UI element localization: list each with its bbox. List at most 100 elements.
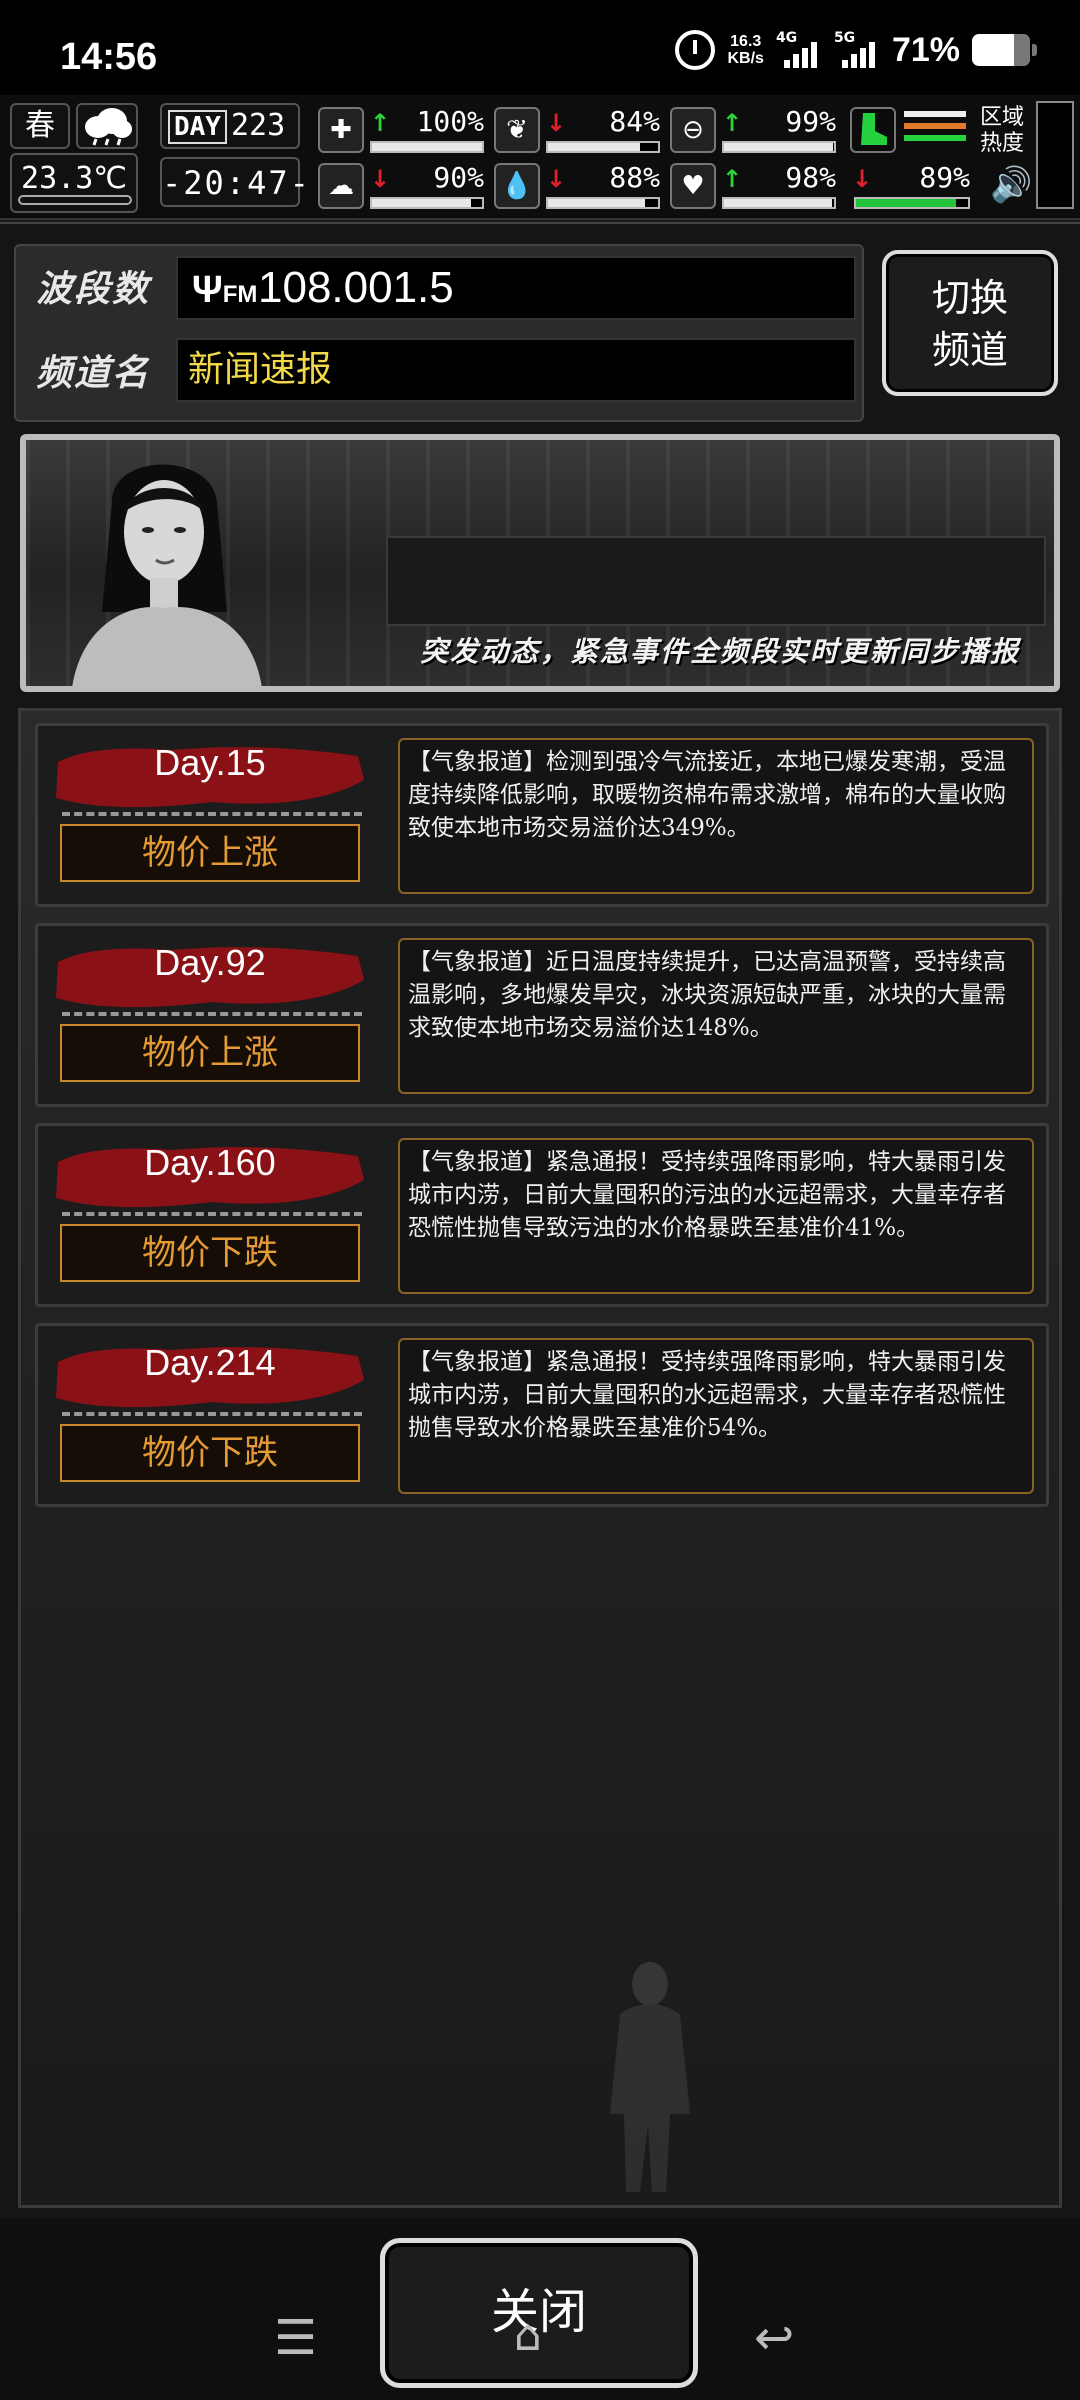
stat-value: 89% bbox=[919, 161, 970, 194]
divider bbox=[62, 1012, 362, 1016]
alarm-icon bbox=[675, 30, 716, 70]
stat-bar bbox=[370, 197, 484, 209]
news-item[interactable]: Day.15 物价上涨 【气象报道】检测到强冷气流接近，本地已爆发寒潮，受温度持… bbox=[35, 723, 1049, 907]
boot-icon bbox=[850, 107, 896, 153]
bottom-bar: 关闭 ☰ ⌂ ↩ bbox=[0, 2218, 1080, 2400]
trend-down-icon: ↓ bbox=[546, 165, 567, 193]
tuner-box: 波段数 ΨFM108.001.5 频道名 新闻速报 bbox=[14, 244, 864, 422]
switch-channel-button[interactable]: 切换频道 bbox=[882, 250, 1058, 396]
news-text: 【气象报道】紧急通报！受持续强降雨影响，特大暴雨引发城市内涝，日前大量囤积的污浊… bbox=[398, 1138, 1034, 1294]
heart-icon: ♥ bbox=[670, 163, 716, 209]
zone-heat-meter bbox=[1036, 101, 1074, 209]
price-tag: 物价上涨 bbox=[60, 1024, 360, 1082]
news-day: Day.214 bbox=[144, 1342, 276, 1383]
trend-down-icon: ↓ bbox=[546, 109, 567, 137]
status-time: 14:56 bbox=[60, 36, 158, 78]
price-tag: 物价上涨 bbox=[60, 824, 360, 882]
stat-bar bbox=[546, 197, 660, 209]
trend-up-icon: ↑ bbox=[370, 109, 391, 137]
stat-value: 88% bbox=[609, 161, 660, 194]
frequency-value: 108.001.5 bbox=[258, 263, 454, 312]
status-right: 16.3 KB/s 4G 5G 71% bbox=[675, 30, 1037, 70]
temperature-value: 23.3℃ bbox=[21, 161, 127, 196]
news-item[interactable]: Day.214 物价下跌 【气象报道】紧急通报！受持续强降雨影响，特大暴雨引发城… bbox=[35, 1323, 1049, 1507]
temperature-display: 23.3℃ bbox=[10, 153, 138, 213]
stat-bar bbox=[854, 197, 970, 209]
stat-bar bbox=[722, 141, 836, 153]
stat-value: 99% bbox=[785, 105, 836, 138]
trend-down-icon: ↓ bbox=[852, 165, 873, 193]
stat-heart[interactable]: ♥ ↑ 98% bbox=[670, 161, 840, 211]
game-clock: -20:47- bbox=[160, 157, 309, 207]
news-text: 【气象报道】近日温度持续提升，已达高温预警，受持续高温影响，多地爆发旱灾，冰块资… bbox=[398, 938, 1034, 1094]
zone-heat-label: 区域热度 bbox=[980, 105, 1025, 156]
net-speed: 16.3 KB/s bbox=[727, 33, 763, 67]
switch-channel-label: 切换频道 bbox=[931, 276, 1008, 372]
canteen-icon: ⊖ bbox=[670, 107, 716, 153]
day-counter: DAY 223 bbox=[160, 103, 300, 149]
stat-mood[interactable]: ☁ ↓ 90% bbox=[318, 161, 488, 211]
news-banner: 突发动态，紧急事件全频段实时更新同步播报 bbox=[20, 434, 1060, 692]
stat-value: 84% bbox=[609, 105, 660, 138]
season-indicator: 春 bbox=[10, 103, 70, 149]
band-label: 波段数 bbox=[36, 269, 151, 310]
battery-icon bbox=[972, 34, 1037, 66]
weather-cloud-icon[interactable] bbox=[76, 103, 138, 149]
trend-down-icon: ↓ bbox=[370, 165, 391, 193]
news-day: Day.15 bbox=[154, 742, 266, 783]
survivor-silhouette-image bbox=[610, 1962, 690, 2192]
channel-name-field: 新闻速报 bbox=[176, 338, 856, 402]
menu-icon[interactable]: ☰ bbox=[274, 2310, 317, 2366]
stat-stamina[interactable]: ↓ 89% bbox=[850, 161, 974, 211]
home-icon[interactable]: ⌂ bbox=[514, 2310, 542, 2361]
stat-water[interactable]: 💧 ↓ 88% bbox=[494, 161, 664, 211]
net-speed-unit: KB/s bbox=[727, 50, 764, 67]
stat-health[interactable]: ✚ ↑ 100% bbox=[318, 105, 488, 155]
season-label: 春 bbox=[25, 108, 55, 143]
stomach-icon: ❦ bbox=[494, 107, 540, 153]
net-speed-value: 16.3 bbox=[730, 33, 762, 50]
clock-value: -20:47- bbox=[162, 164, 311, 202]
price-tag: 物价下跌 bbox=[60, 1224, 360, 1282]
day-number: 223 bbox=[230, 108, 286, 143]
day-label: DAY bbox=[168, 110, 227, 144]
news-text: 【气象报道】紧急通报！受持续强降雨影响，特大暴雨引发城市内涝，日前大量囤积的水远… bbox=[398, 1338, 1034, 1494]
stat-value: 98% bbox=[785, 161, 836, 194]
price-tag: 物价下跌 bbox=[60, 1424, 360, 1482]
channel-label: 频道名 bbox=[36, 353, 151, 394]
divider bbox=[62, 1212, 362, 1216]
stat-bar bbox=[370, 141, 484, 153]
stat-stamina-top[interactable] bbox=[850, 105, 970, 155]
anchor-woman-image bbox=[72, 464, 262, 686]
speaker-icon[interactable]: 🔊 bbox=[990, 165, 1032, 205]
news-list[interactable]: Day.15 物价上涨 【气象报道】检测到强冷气流接近，本地已爆发寒潮，受温度持… bbox=[18, 708, 1062, 2208]
banner-caption: 突发动态，紧急事件全频段实时更新同步播报 bbox=[419, 635, 1020, 668]
bus-image bbox=[386, 536, 1046, 626]
news-day: Day.92 bbox=[154, 942, 266, 983]
radio-panel: 波段数 ΨFM108.001.5 频道名 新闻速报 切换频道 突发动态，紧急事件… bbox=[0, 222, 1080, 2272]
signal-5g-icon: 5G bbox=[834, 30, 880, 70]
news-day: Day.160 bbox=[144, 1142, 276, 1183]
news-item[interactable]: Day.160 物价下跌 【气象报道】紧急通报！受持续强降雨影响，特大暴雨引发城… bbox=[35, 1123, 1049, 1307]
back-icon[interactable]: ↩ bbox=[754, 2310, 794, 2366]
medkit-icon: ✚ bbox=[318, 107, 364, 153]
frequency-field: ΨFM108.001.5 bbox=[176, 256, 856, 320]
trend-up-icon: ↑ bbox=[722, 109, 743, 137]
news-item[interactable]: Day.92 物价上涨 【气象报道】近日温度持续提升，已达高温预警，受持续高温影… bbox=[35, 923, 1049, 1107]
system-status-bar: 14:56 16.3 KB/s 4G 5G 71% bbox=[0, 0, 1080, 95]
stat-value: 90% bbox=[433, 161, 484, 194]
divider bbox=[62, 1412, 362, 1416]
water-drop-icon: 💧 bbox=[494, 163, 540, 209]
channel-name-value: 新闻速报 bbox=[188, 349, 333, 390]
thermometer-icon bbox=[18, 195, 132, 205]
signal-4g-icon: 4G bbox=[776, 30, 822, 70]
trend-up-icon: ↑ bbox=[722, 165, 743, 193]
game-hud: 春 23.3℃ DAY 223 -20:47- ✚ ↑ 100% ❦ ↓ 84% … bbox=[0, 95, 1080, 220]
stat-value: 100% bbox=[416, 105, 484, 138]
battery-percent: 71% bbox=[891, 30, 960, 69]
antenna-fm-icon: ΨFM bbox=[192, 269, 258, 311]
stat-hunger[interactable]: ❦ ↓ 84% bbox=[494, 105, 664, 155]
stat-thirst-gauge[interactable]: ⊖ ↑ 99% bbox=[670, 105, 840, 155]
stat-bar bbox=[546, 141, 660, 153]
stat-bar bbox=[722, 197, 836, 209]
